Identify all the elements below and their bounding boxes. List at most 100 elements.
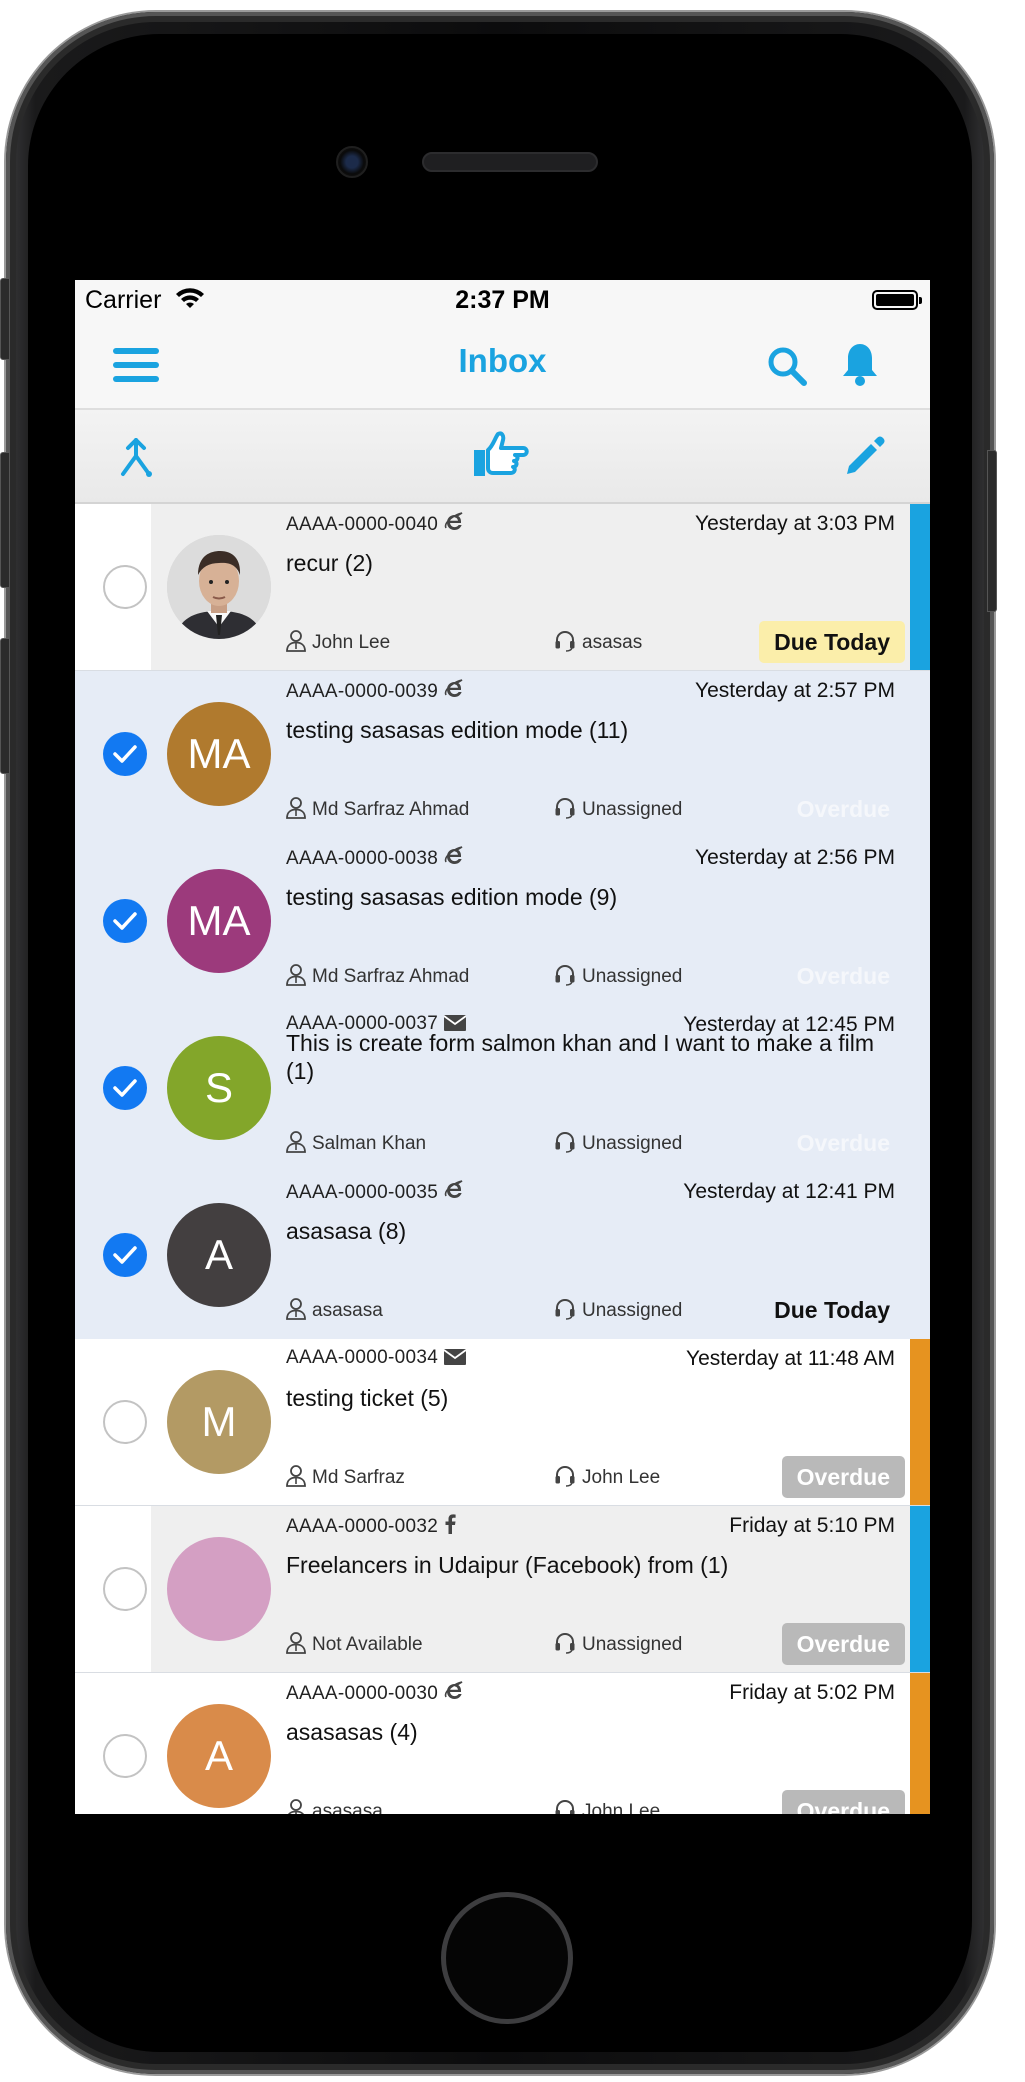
ticket-id: AAAA-0000-0034 [286, 1347, 467, 1371]
user-icon [286, 797, 312, 820]
facebook-icon [444, 1514, 456, 1540]
ticket-row-AAAA-0000-0034[interactable]: M AAAA-0000-0034 Yesterday at 11:48 AM t… [75, 1339, 930, 1506]
headset-icon [554, 1465, 582, 1488]
requester: asasasa [286, 1298, 383, 1322]
ie-icon [444, 1681, 464, 1707]
agent-name: Unassigned [582, 1300, 683, 1321]
requester: Md Sarfraz Ahmad [286, 797, 469, 821]
ticket-subject: recur (2) [286, 550, 373, 576]
select-checkbox[interactable] [103, 899, 147, 943]
agent-name: Unassigned [582, 966, 683, 987]
bell-icon[interactable] [841, 342, 879, 391]
hand-pointer-icon[interactable] [471, 430, 529, 485]
status-badge: Overdue [781, 1456, 905, 1498]
ticket-id: AAAA-0000-0035 [286, 1180, 464, 1206]
avatar: A [167, 1704, 271, 1808]
select-checkbox[interactable] [103, 732, 147, 776]
requester-name: Not Available [312, 1634, 423, 1655]
ticket-subject: testing ticket (5) [286, 1385, 449, 1411]
priority-stripe [910, 1506, 930, 1672]
requester-name: Md Sarfraz Ahmad [312, 966, 470, 987]
requester-name: asasasa [312, 1801, 383, 1814]
ticket-id: AAAA-0000-0040 [286, 512, 464, 538]
status-badge: Due Today [759, 621, 905, 663]
agent-name: Unassigned [582, 1634, 683, 1655]
user-icon [286, 1632, 312, 1655]
requester: Md Sarfraz [286, 1465, 405, 1489]
ticket-timestamp: Yesterday at 2:56 PM [694, 846, 895, 869]
ticket-subject: testing sasasas edition mode (9) [286, 884, 618, 910]
select-checkbox[interactable] [103, 1066, 147, 1110]
requester-name: John Lee [312, 632, 391, 653]
search-icon[interactable] [767, 346, 807, 391]
assigned-agent: Unassigned [554, 1131, 682, 1155]
ticket-timestamp: Yesterday at 11:48 AM [686, 1347, 895, 1370]
ticket-id-text: AAAA-0000-0035 [286, 1182, 439, 1203]
headset-icon [554, 1799, 582, 1814]
requester-name: Salman Khan [312, 1133, 427, 1154]
select-checkbox[interactable] [103, 1567, 147, 1611]
user-icon [286, 1298, 312, 1321]
assigned-agent: Unassigned [554, 1298, 682, 1322]
ticket-timestamp: Yesterday at 3:03 PM [694, 512, 895, 535]
status-badge: Overdue [796, 1130, 890, 1156]
user-icon [286, 1131, 312, 1154]
ticket-subject: asasasas (4) [286, 1719, 418, 1745]
ticket-row-AAAA-0000-0040[interactable]: AAAA-0000-0040 Yesterday at 3:03 PM recu… [75, 504, 930, 671]
pencil-icon[interactable] [843, 436, 885, 483]
priority-stripe [910, 1339, 930, 1505]
checkmark-icon [113, 745, 137, 763]
ticket-subject: Freelancers in Udaipur (Facebook) from (… [286, 1552, 729, 1578]
merge-icon[interactable] [119, 438, 153, 483]
assigned-agent: Unassigned [554, 1632, 682, 1656]
headset-icon [554, 1131, 582, 1154]
avatar: S [167, 1036, 271, 1140]
assigned-agent: Unassigned [554, 964, 682, 988]
agent-name: Unassigned [582, 799, 683, 820]
select-checkbox[interactable] [103, 1400, 147, 1444]
mail-icon [443, 1349, 467, 1371]
agent-name: Unassigned [582, 1133, 683, 1154]
headset-icon [554, 1632, 582, 1655]
avatar-photo [167, 535, 271, 639]
checkmark-icon [113, 1246, 137, 1264]
ticket-timestamp: Friday at 5:10 PM [729, 1514, 895, 1537]
volume-up-button [0, 452, 10, 588]
status-badge: Overdue [781, 1623, 905, 1665]
ticket-id: AAAA-0000-0030 [286, 1681, 464, 1707]
ticket-row-AAAA-0000-0039[interactable]: MA AAAA-0000-0039 Yesterday at 2:57 PM t… [75, 671, 930, 839]
ticket-timestamp: Friday at 5:02 PM [729, 1681, 895, 1704]
requester: Md Sarfraz Ahmad [286, 964, 469, 988]
ticket-id-text: AAAA-0000-0030 [286, 1683, 439, 1704]
ticket-row-AAAA-0000-0032[interactable]: AAAA-0000-0032 Friday at 5:10 PM Freelan… [75, 1506, 930, 1673]
status-badge: Overdue [796, 963, 890, 989]
ticket-row-AAAA-0000-0030[interactable]: A AAAA-0000-0030 Friday at 5:02 PM asasa… [75, 1673, 930, 1814]
status-bar: Carrier 2:37 PM [75, 280, 930, 320]
requester: John Lee [286, 630, 390, 654]
requester: Not Available [286, 1632, 423, 1656]
ticket-id-text: AAAA-0000-0039 [286, 681, 439, 702]
ticket-id: AAAA-0000-0039 [286, 679, 464, 705]
ticket-timestamp: Yesterday at 2:57 PM [694, 679, 895, 702]
ticket-row-AAAA-0000-0038[interactable]: MA AAAA-0000-0038 Yesterday at 2:56 PM t… [75, 838, 930, 1006]
assigned-agent: John Lee [554, 1799, 660, 1814]
ticket-id-text: AAAA-0000-0034 [286, 1347, 439, 1368]
ticket-row-AAAA-0000-0035[interactable]: A AAAA-0000-0035 Yesterday at 12:41 PM a… [75, 1172, 930, 1340]
home-button[interactable] [441, 1892, 573, 2024]
ie-icon [444, 512, 464, 538]
user-icon [286, 1799, 312, 1814]
ticket-row-AAAA-0000-0037[interactable]: S AAAA-0000-0037 Yesterday at 12:45 PM T… [75, 1005, 930, 1173]
earpiece-speaker [422, 152, 598, 172]
avatar: A [167, 1203, 271, 1307]
status-badge: Overdue [796, 796, 890, 822]
select-checkbox[interactable] [103, 1233, 147, 1277]
status-badge: Overdue [781, 1790, 905, 1814]
requester-name: asasasa [312, 1300, 383, 1321]
ie-icon [444, 846, 464, 872]
user-icon [286, 964, 312, 987]
select-checkbox[interactable] [103, 1734, 147, 1778]
select-checkbox[interactable] [103, 565, 147, 609]
status-badge: Due Today [774, 1297, 890, 1323]
volume-down-button [0, 638, 10, 774]
headset-icon [554, 797, 582, 820]
